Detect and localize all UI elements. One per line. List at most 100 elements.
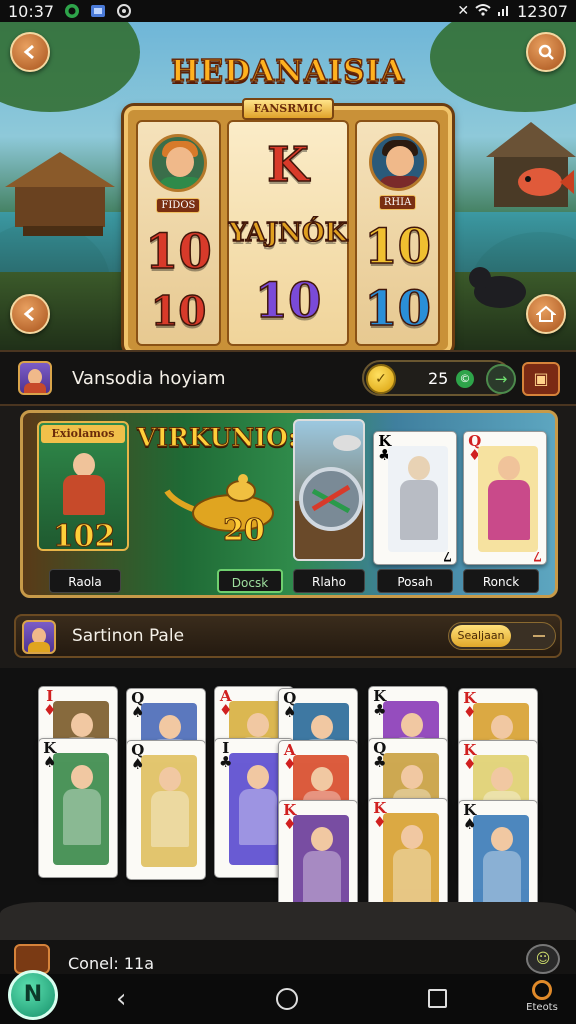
card-figure-head [401, 713, 423, 737]
card-figure-head [311, 715, 333, 739]
app-root: 10:37 ✕ 12307 HEDANAISIA FANSRMIC FIDOS … [0, 0, 576, 1024]
shield-card[interactable] [293, 419, 365, 561]
forward-button[interactable]: → [486, 364, 516, 394]
card-art [229, 753, 285, 865]
card-suit: ♠ [283, 703, 297, 721]
card-corner: I ♦ [43, 689, 57, 719]
feature-left-header: Exiolamos [41, 425, 125, 443]
card-grid: I ♦ Q ♠ A ♦ Q ♠ K ♣ K ♦ Q ♠ K ♠ I ♣ A ♦ Q ♣ K ♦ K ♦ K ♦ K ♠ [0, 668, 576, 940]
sort-toggle[interactable]: Sealjaan [448, 622, 556, 650]
feature-label-3[interactable]: Rlaho [293, 569, 365, 593]
feature-title: VIRKUNIO:A [136, 423, 317, 453]
card-corner: K ♦ [463, 691, 476, 720]
search-icon [538, 44, 554, 60]
feature-value: 20 [223, 513, 266, 549]
status-time: 10:37 [8, 1, 55, 21]
chest-button[interactable]: ▣ [522, 362, 560, 396]
game-title: HEDANAISIA [170, 53, 406, 90]
status-clock-right: 12307 [517, 1, 568, 21]
card-figure-head [311, 767, 333, 791]
feature-card-king[interactable]: K ♣ 7 [373, 431, 457, 565]
card-corner: Q ♠ [131, 743, 144, 772]
reel-symbol: 10 [363, 219, 431, 276]
card-art [53, 753, 109, 865]
card-figure-head [71, 765, 93, 789]
card-corner: I ♣ [219, 741, 232, 770]
balance-pill: ✓ 25 © → [362, 360, 516, 396]
reel-tag: RHIA [378, 194, 417, 210]
reels: FIDOS 10 10 K YAJNÓK 10 RHIA 10 10 [136, 120, 441, 346]
signal-icon [497, 2, 511, 21]
card-suit: ♦ [463, 755, 477, 773]
card-suit: ♠ [43, 753, 57, 771]
wifi-icon [475, 2, 491, 21]
reel-symbol: 10 [144, 224, 212, 281]
previous-button[interactable] [10, 294, 50, 334]
reel-portrait [149, 133, 208, 192]
reel-3: RHIA 10 10 [355, 120, 441, 346]
card-art [141, 755, 197, 867]
card-figure-head [491, 827, 513, 851]
card-corner: K ♦ [463, 743, 477, 773]
card-corner: Q ♠ [283, 691, 297, 721]
home-shortcut-button[interactable] [526, 294, 566, 334]
card-corner: K ♠ [43, 741, 57, 771]
balance-value: 25 [428, 369, 449, 388]
card-figure-head [491, 715, 513, 739]
card-suit: ♣ [373, 753, 387, 771]
card-suit: ♦ [219, 701, 233, 719]
navigation-bar: N ‹ Eteots [0, 970, 576, 1024]
card-figure-head [247, 765, 269, 789]
panther-illustration [469, 267, 526, 308]
card-bottom: 7 [532, 548, 542, 563]
card-figure-head [401, 825, 423, 849]
nav-recent-button[interactable] [428, 989, 447, 1008]
reel-symbol: K [266, 137, 309, 194]
card-corner: A ♦ [219, 689, 233, 719]
mute-icon: ✕ [457, 3, 470, 19]
emote-icon[interactable]: ☺ [526, 944, 560, 974]
reel-symbol: 10 [150, 288, 207, 336]
reel-1: FIDOS 10 10 [136, 120, 221, 346]
nav-home-button[interactable] [276, 988, 298, 1010]
card-corner: K ♦ [283, 803, 297, 833]
card-figure-body [151, 791, 189, 847]
feature-card-queen[interactable]: Q ♦ 7 [463, 431, 547, 565]
ring-icon [532, 980, 552, 1000]
feature-left-value: 102 [52, 519, 116, 555]
feature-label-5[interactable]: Ronck [463, 569, 539, 593]
collection-name: Sartinon Pale [72, 626, 185, 646]
feature-label-1[interactable]: Raola [49, 569, 121, 593]
back-button[interactable] [10, 32, 50, 72]
card-suit: ♦ [43, 701, 57, 719]
card-corner: Q ♣ [373, 741, 387, 771]
player-name: Vansodia hoyiam [72, 368, 226, 389]
info-text: Conel: 11a [68, 954, 155, 973]
card-figure-head [491, 767, 513, 791]
grid-card[interactable]: Q ♠ [126, 740, 206, 880]
card-figure-body [239, 789, 277, 845]
card-figure-head [401, 765, 423, 789]
nav-back-button[interactable]: ‹ [116, 984, 126, 1014]
collection-avatar[interactable] [22, 620, 56, 654]
settings-icon [116, 3, 132, 19]
player-avatar[interactable] [18, 361, 52, 395]
sort-dash-icon [533, 635, 545, 637]
card-suit: ♦ [283, 815, 297, 833]
sort-button[interactable]: Sealjaan [451, 625, 511, 647]
card-corner: K ♦ [373, 801, 386, 830]
add-coins-icon[interactable]: © [456, 370, 474, 388]
nav-extra-button[interactable]: Eteots [522, 980, 562, 1013]
search-button[interactable] [526, 32, 566, 72]
app-launcher-button[interactable]: N [8, 970, 58, 1020]
card-bottom: 7 [442, 548, 452, 563]
feature-label-4[interactable]: Posah [377, 569, 453, 593]
feature-label-2[interactable]: Docsk [217, 569, 283, 593]
bottom-strip [0, 902, 576, 942]
nav-extra-label: Eteots [526, 1002, 558, 1013]
feature-character-card[interactable]: Exiolamos 102 [37, 421, 129, 555]
player-bar: Vansodia hoyiam ✓ 25 © → ▣ [0, 350, 576, 406]
status-bar: 10:37 ✕ 12307 [0, 0, 576, 22]
grid-card[interactable]: K ♠ [38, 738, 118, 878]
card-suit: ♦ [283, 755, 297, 773]
